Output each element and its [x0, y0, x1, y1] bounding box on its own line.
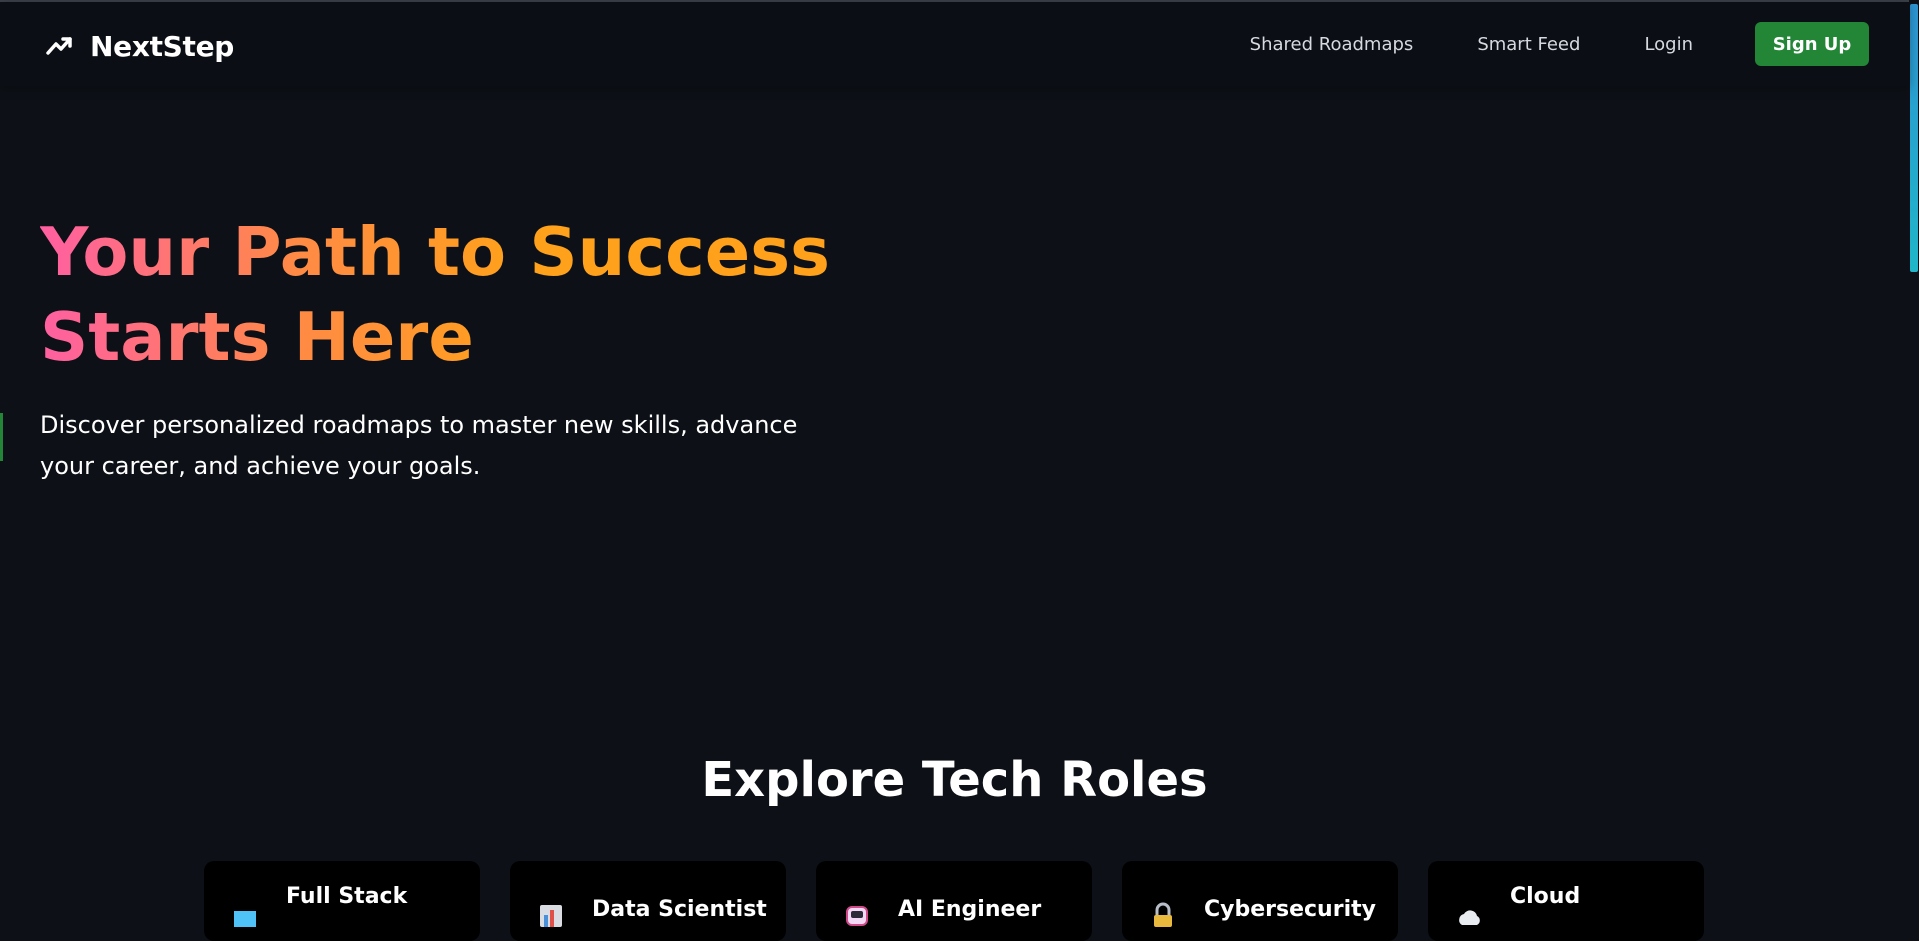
role-card-cloud[interactable]: Cloud [1428, 861, 1704, 941]
role-card-cybersecurity[interactable]: Cybersecurity [1122, 861, 1398, 941]
scrollbar-thumb[interactable] [1910, 4, 1918, 272]
role-cards: Full Stack Data Scientist AI Engineer Cy… [204, 861, 1704, 941]
role-card-full-stack[interactable]: Full Stack [204, 861, 480, 941]
role-card-title: Cloud [1510, 884, 1581, 909]
robot-icon [846, 906, 868, 926]
role-card-title: AI Engineer [898, 897, 1042, 922]
navbar: NextStep Shared Roadmaps Smart Feed Logi… [0, 2, 1909, 86]
signup-button[interactable]: Sign Up [1755, 22, 1869, 66]
role-card-data-scientist[interactable]: Data Scientist [510, 861, 786, 941]
role-card-ai-engineer[interactable]: AI Engineer [816, 861, 1092, 941]
lock-icon [1154, 902, 1172, 927]
hero-title: Your Path to Success Starts Here [40, 210, 840, 380]
role-card-title: Cybersecurity [1204, 897, 1376, 922]
cloud-icon [1459, 910, 1480, 925]
hero-subtitle: Discover personalized roadmaps to master… [40, 411, 798, 480]
chart-icon [540, 905, 562, 927]
nav-link-login[interactable]: Login [1644, 34, 1693, 55]
monitor-icon [234, 911, 256, 927]
role-card-title: Full Stack [286, 884, 408, 909]
section-title-tech-roles: Explore Tech Roles [701, 752, 1208, 808]
nav-link-shared-roadmaps[interactable]: Shared Roadmaps [1250, 34, 1414, 55]
trending-up-icon [46, 37, 72, 55]
scrollbar[interactable] [1909, 0, 1919, 908]
left-accent-bar [0, 413, 3, 461]
nav-link-smart-feed[interactable]: Smart Feed [1477, 34, 1580, 55]
brand-logo[interactable]: NextStep [46, 26, 234, 66]
role-card-title: Data Scientist [592, 897, 767, 922]
nav-links: Shared Roadmaps Smart Feed Login Sign Up [1250, 22, 1869, 66]
brand-name: NextStep [90, 29, 235, 63]
